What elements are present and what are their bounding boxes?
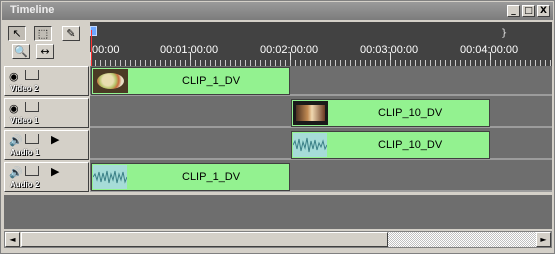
close-button[interactable]: X bbox=[537, 5, 550, 17]
tool-palette: ↖ ⬚ ✎ 🔍 ↔ bbox=[4, 23, 88, 63]
zoom-tool-icon[interactable]: 🔍 bbox=[12, 44, 30, 59]
horizontal-scrollbar[interactable]: ◄ ► bbox=[4, 231, 552, 248]
timeline-window: Timeline _ □ X ↖ ⬚ ✎ 🔍 ↔ } 00:00 00:01:0… bbox=[0, 0, 555, 254]
clip[interactable]: CLIP_10_DV bbox=[291, 99, 490, 127]
track-name: Video 2 bbox=[10, 84, 39, 93]
track-name: Audio 1 bbox=[10, 148, 40, 157]
eye-icon[interactable]: ◉ bbox=[9, 102, 19, 115]
waveform-thumbnail bbox=[293, 133, 327, 157]
track-toggle[interactable] bbox=[25, 102, 39, 112]
minimize-button[interactable]: _ bbox=[507, 5, 520, 17]
expand-arrow-icon[interactable]: ▶ bbox=[51, 165, 59, 178]
clip[interactable]: CLIP_1_DV bbox=[91, 67, 290, 95]
speaker-icon[interactable]: 🔊 bbox=[9, 134, 23, 147]
end-marker-icon[interactable]: } bbox=[501, 28, 507, 39]
waveform-thumbnail bbox=[93, 165, 127, 189]
empty-track-area bbox=[4, 195, 552, 229]
select-tool-icon[interactable]: ↖ bbox=[8, 26, 26, 41]
expand-arrow-icon[interactable]: ▶ bbox=[51, 133, 59, 146]
track-name: Video 1 bbox=[10, 116, 39, 125]
track-toggle[interactable] bbox=[25, 166, 39, 176]
clip[interactable]: CLIP_10_DV bbox=[291, 131, 490, 159]
razor-tool-icon[interactable]: ✎ bbox=[62, 26, 80, 41]
track-audio-1[interactable]: CLIP_10_DV bbox=[90, 130, 552, 160]
track-header-video-2[interactable]: ◉ Video 2 bbox=[4, 66, 89, 96]
clip-label: CLIP_10_DV bbox=[378, 107, 443, 119]
maximize-button[interactable]: □ bbox=[522, 5, 535, 17]
scroll-right-button[interactable]: ► bbox=[536, 232, 551, 247]
ruler-label: 00:00 bbox=[92, 44, 120, 56]
range-select-tool-icon[interactable]: ⬚ bbox=[34, 26, 52, 41]
clip-thumbnail bbox=[293, 101, 328, 125]
clip[interactable]: CLIP_1_DV bbox=[91, 163, 290, 191]
time-ruler[interactable]: } 00:00 00:01:00:00 00:02:00:00 00:03:00… bbox=[90, 22, 552, 66]
clip-thumbnail bbox=[93, 69, 128, 93]
track-header-audio-1[interactable]: 🔊 ▶ Audio 1 bbox=[4, 130, 89, 160]
title-bar[interactable]: Timeline _ □ X bbox=[2, 2, 553, 20]
speaker-icon[interactable]: 🔊 bbox=[9, 166, 23, 179]
track-name: Audio 2 bbox=[10, 180, 40, 189]
scroll-track[interactable] bbox=[388, 232, 536, 247]
track-header-video-1[interactable]: ◉ Video 1 bbox=[4, 98, 89, 128]
track-toggle[interactable] bbox=[25, 70, 39, 80]
clip-label: CLIP_10_DV bbox=[378, 139, 443, 151]
track-video-2[interactable]: CLIP_1_DV bbox=[90, 66, 552, 96]
clip-label: CLIP_1_DV bbox=[182, 75, 241, 87]
scroll-thumb[interactable] bbox=[21, 232, 388, 247]
clip-label: CLIP_1_DV bbox=[182, 171, 241, 183]
stretch-tool-icon[interactable]: ↔ bbox=[36, 44, 54, 59]
eye-icon[interactable]: ◉ bbox=[9, 70, 19, 83]
track-header-audio-2[interactable]: 🔊 ▶ Audio 2 bbox=[4, 162, 89, 192]
track-video-1[interactable]: CLIP_10_DV bbox=[90, 98, 552, 128]
window-title: Timeline bbox=[10, 4, 55, 16]
scroll-left-button[interactable]: ◄ bbox=[5, 232, 20, 247]
track-audio-2[interactable]: CLIP_1_DV bbox=[90, 162, 552, 192]
track-area[interactable]: CLIP_1_DV CLIP_10_DV CLIP_10_DV CLIP_1_D… bbox=[90, 66, 552, 192]
track-toggle[interactable] bbox=[25, 134, 39, 144]
